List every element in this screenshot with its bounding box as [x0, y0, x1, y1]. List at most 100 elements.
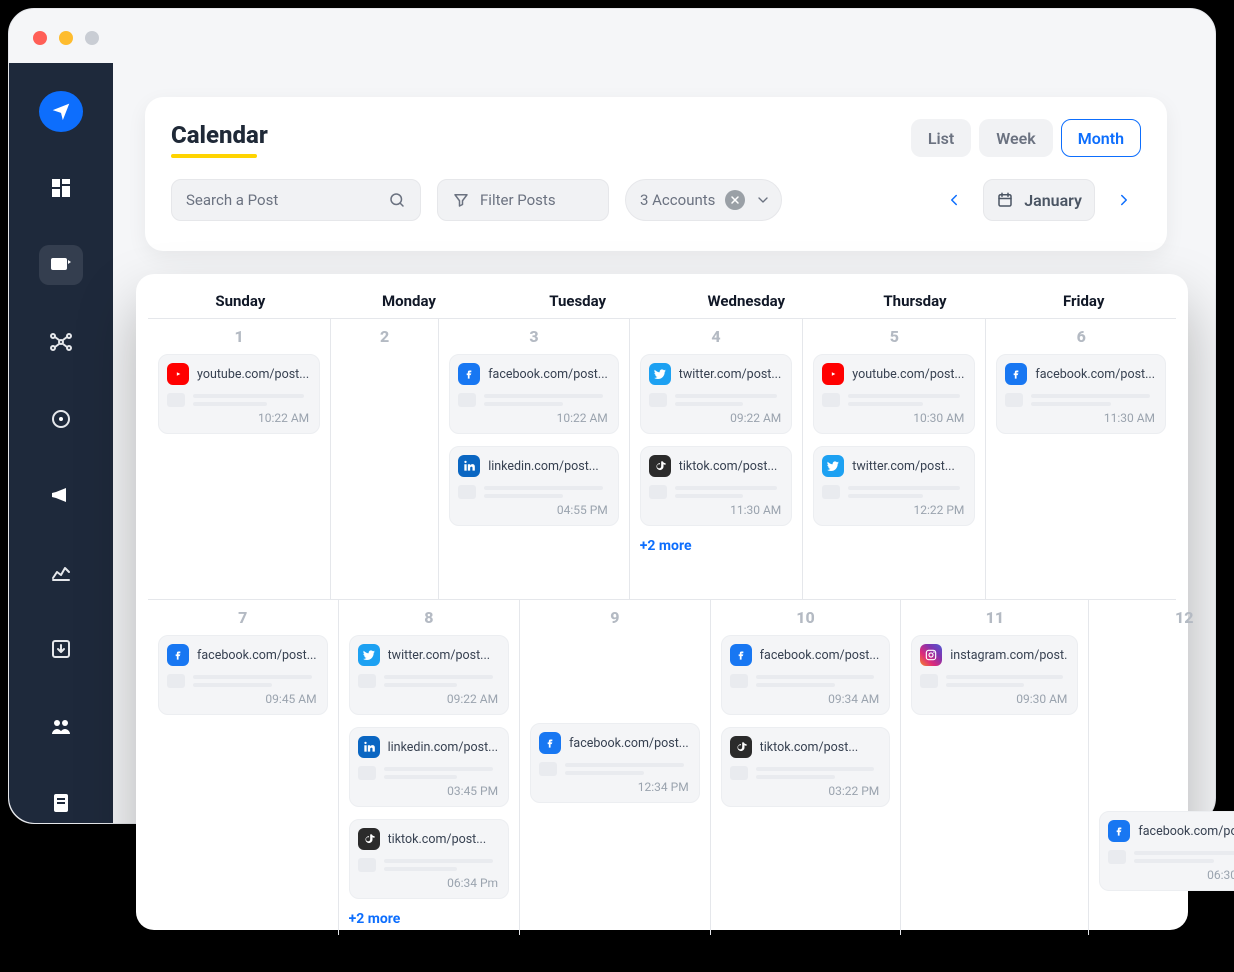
post-time: 06:30 PM: [1108, 868, 1234, 882]
post-url: twitter.com/post...: [852, 459, 954, 474]
nav-megaphone[interactable]: [39, 475, 83, 516]
post-preview: [920, 674, 1067, 688]
post-card[interactable]: youtube.com/post... 10:22 AM: [158, 354, 320, 434]
post-preview: [730, 674, 880, 688]
post-preview: [167, 674, 317, 688]
nav-network[interactable]: [39, 321, 83, 362]
post-card[interactable]: facebook.com/post... 11:30 AM: [996, 354, 1166, 434]
day-head-mon: Monday: [325, 292, 494, 310]
day-cell[interactable]: 11 instagram.com/post. 09:30 AM: [901, 600, 1089, 935]
nav-download[interactable]: [39, 629, 83, 670]
accounts-selector[interactable]: 3 Accounts: [625, 179, 782, 221]
minimize-icon[interactable]: [59, 31, 73, 45]
prev-month[interactable]: [937, 183, 971, 217]
nav-target[interactable]: [39, 398, 83, 439]
post-card[interactable]: tiktok.com/post... 06:34 Pm: [349, 819, 509, 899]
post-card[interactable]: linkedin.com/post... 03:45 PM: [349, 727, 509, 807]
day-cell[interactable]: 4 twitter.com/post... 09:22 AM tiktok.co…: [630, 319, 803, 599]
accounts-label: 3 Accounts: [640, 191, 715, 209]
post-time: 11:30 AM: [1005, 411, 1155, 425]
date-number: 9: [530, 608, 700, 627]
day-cell[interactable]: 3 facebook.com/post... 10:22 AM linkedin…: [439, 319, 630, 599]
ig-icon: [920, 644, 942, 666]
post-time: 09:45 AM: [167, 692, 317, 706]
day-cell[interactable]: 6 facebook.com/post... 11:30 AM: [986, 319, 1176, 599]
day-cell[interactable]: 12 facebook.com/post... 06:30 PM: [1089, 600, 1234, 935]
post-card[interactable]: youtube.com/post... 10:30 AM: [813, 354, 975, 434]
post-url: tiktok.com/post...: [760, 740, 859, 755]
maximize-icon[interactable]: [85, 31, 99, 45]
month-nav: January: [937, 179, 1141, 221]
fb-icon: [1108, 820, 1130, 842]
day-cell[interactable]: 10 facebook.com/post... 09:34 AM tiktok.…: [711, 600, 902, 935]
post-card[interactable]: tiktok.com/post... 11:30 AM: [640, 446, 792, 526]
li-icon: [458, 455, 480, 477]
more-posts-link[interactable]: +2 more: [640, 538, 792, 554]
post-card[interactable]: twitter.com/post... 09:22 AM: [349, 635, 509, 715]
date-number: 11: [911, 608, 1078, 627]
post-card[interactable]: twitter.com/post... 12:22 PM: [813, 446, 975, 526]
nav-analytics[interactable]: [39, 552, 83, 593]
day-cell[interactable]: 8 twitter.com/post... 09:22 AM linkedin.…: [339, 600, 520, 935]
view-tabs: List Week Month: [911, 119, 1141, 157]
search-input[interactable]: Search a Post: [171, 179, 421, 221]
post-card[interactable]: facebook.com/post... 12:34 PM: [530, 723, 700, 803]
nav-docs[interactable]: [39, 782, 83, 823]
day-cell[interactable]: 2: [331, 319, 439, 599]
tab-list[interactable]: List: [911, 119, 971, 157]
post-time: 09:30 AM: [920, 692, 1067, 706]
filter-label: Filter Posts: [480, 191, 556, 209]
post-preview: [1005, 393, 1155, 407]
nav-team[interactable]: [39, 705, 83, 746]
post-card[interactable]: linkedin.com/post... 04:55 PM: [449, 446, 619, 526]
post-time: 04:55 PM: [458, 503, 608, 517]
post-card[interactable]: facebook.com/post... 06:30 PM: [1099, 811, 1234, 891]
tab-month[interactable]: Month: [1061, 119, 1141, 157]
post-url: facebook.com/post...: [1138, 824, 1234, 839]
day-head-tue: Tuesday: [493, 292, 662, 310]
post-card[interactable]: facebook.com/post... 09:45 AM: [158, 635, 328, 715]
tab-week[interactable]: Week: [979, 119, 1052, 157]
post-card[interactable]: tiktok.com/post... 03:22 PM: [721, 727, 891, 807]
yt-icon: [167, 363, 189, 385]
clear-accounts-icon[interactable]: [725, 190, 745, 210]
post-time: 10:30 AM: [822, 411, 964, 425]
date-number: 4: [640, 327, 792, 346]
day-cell[interactable]: 5 youtube.com/post... 10:30 AM twitter.c…: [803, 319, 986, 599]
post-url: linkedin.com/post...: [388, 740, 498, 755]
post-card[interactable]: twitter.com/post... 09:22 AM: [640, 354, 792, 434]
close-icon[interactable]: [33, 31, 47, 45]
post-preview: [822, 485, 964, 499]
nav-compose[interactable]: [39, 245, 83, 286]
tk-icon: [649, 455, 671, 477]
month-selector[interactable]: January: [983, 179, 1095, 221]
day-head-wed: Wednesday: [662, 292, 831, 310]
app-logo[interactable]: [39, 91, 83, 132]
post-time: 06:34 Pm: [358, 876, 498, 890]
post-card[interactable]: facebook.com/post... 09:34 AM: [721, 635, 891, 715]
post-time: 09:34 AM: [730, 692, 880, 706]
post-card[interactable]: instagram.com/post. 09:30 AM: [911, 635, 1078, 715]
next-month[interactable]: [1107, 183, 1141, 217]
search-icon: [388, 191, 406, 209]
week-row-1: 1 youtube.com/post... 10:22 AM 23 facebo…: [148, 318, 1176, 599]
tw-icon: [358, 644, 380, 666]
fb-icon: [1005, 363, 1027, 385]
day-cell[interactable]: 9 facebook.com/post... 12:34 PM: [520, 600, 711, 935]
fb-icon: [167, 644, 189, 666]
post-preview: [730, 766, 880, 780]
day-cell[interactable]: 1 youtube.com/post... 10:22 AM: [148, 319, 331, 599]
day-cell[interactable]: 7 facebook.com/post... 09:45 AM: [148, 600, 339, 935]
post-time: 09:22 AM: [358, 692, 498, 706]
post-url: tiktok.com/post...: [679, 459, 778, 474]
filter-posts[interactable]: Filter Posts: [437, 179, 609, 221]
post-url: youtube.com/post...: [852, 367, 964, 382]
post-time: 09:22 AM: [649, 411, 781, 425]
nav-dashboard[interactable]: [39, 168, 83, 209]
filter-icon: [452, 191, 470, 209]
day-head-sun: Sunday: [156, 292, 325, 310]
post-url: facebook.com/post...: [197, 648, 317, 663]
more-posts-link[interactable]: +2 more: [349, 911, 509, 927]
post-card[interactable]: facebook.com/post... 10:22 AM: [449, 354, 619, 434]
month-label: January: [1024, 191, 1082, 210]
